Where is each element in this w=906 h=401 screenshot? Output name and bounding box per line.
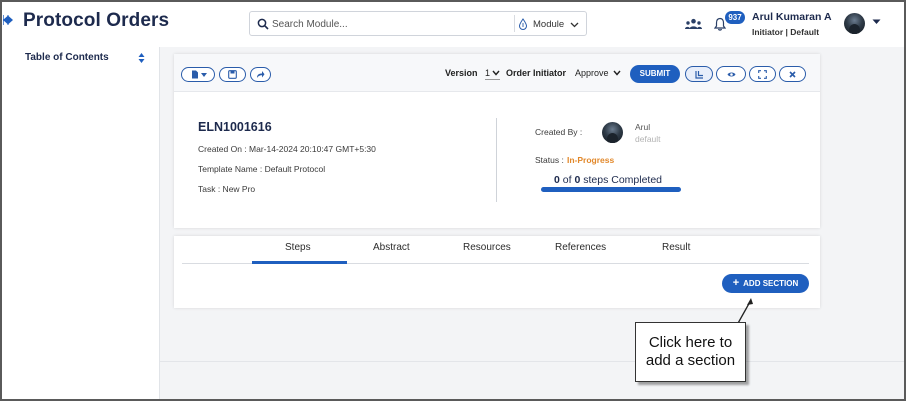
submit-button[interactable]: SUBMIT bbox=[630, 65, 680, 83]
order-initiator-value: Approve bbox=[575, 68, 609, 78]
module-dropdown[interactable]: Module bbox=[518, 16, 579, 32]
add-section-label: ADD SECTION bbox=[743, 279, 799, 288]
collapse-sidebar-icon[interactable] bbox=[3, 15, 13, 25]
save-dropdown-button[interactable] bbox=[181, 67, 215, 82]
steps-of: of bbox=[562, 174, 572, 186]
steps-done: 0 bbox=[554, 174, 560, 186]
drop-icon bbox=[518, 18, 528, 30]
share-arrow-icon bbox=[257, 71, 265, 78]
user-role: Initiator | Default bbox=[752, 27, 820, 37]
active-tab-indicator bbox=[252, 261, 347, 264]
close-icon bbox=[789, 70, 796, 78]
order-initiator-select[interactable]: Approve bbox=[575, 68, 621, 78]
app-window: Protocol Orders Module bbox=[0, 0, 906, 401]
save-icon bbox=[228, 70, 237, 79]
toc-title: Table of Contents bbox=[25, 52, 109, 63]
details-divider bbox=[496, 118, 497, 202]
module-search: Module bbox=[249, 11, 587, 36]
order-id: ELN1001616 bbox=[198, 120, 272, 134]
status-label: Status : bbox=[535, 155, 564, 165]
created-on: Created On : Mar-14-2024 20:10:47 GMT+5:… bbox=[198, 144, 376, 154]
status-badge: In-Progress bbox=[567, 155, 615, 165]
tab-references[interactable]: References bbox=[555, 242, 606, 253]
eye-icon bbox=[727, 71, 735, 77]
version-label: Version bbox=[445, 68, 478, 78]
fullscreen-button[interactable] bbox=[749, 66, 776, 82]
layout-button[interactable] bbox=[685, 66, 713, 82]
steps-total: 0 bbox=[574, 174, 581, 186]
caret-down-icon[interactable] bbox=[872, 19, 881, 25]
creator-role: default bbox=[635, 134, 661, 144]
preview-button[interactable] bbox=[716, 66, 746, 82]
tab-abstract[interactable]: Abstract bbox=[373, 242, 410, 253]
steps-suffix: steps Completed bbox=[583, 174, 663, 186]
sort-icon[interactable] bbox=[138, 53, 145, 63]
steps-progress-text: 0 of 0 steps Completed bbox=[554, 174, 662, 186]
version-value: 1 bbox=[485, 68, 491, 78]
section-tabs-card: Steps Abstract Resources References Resu… bbox=[174, 236, 820, 308]
users-icon[interactable] bbox=[685, 18, 702, 30]
save-button[interactable] bbox=[219, 67, 246, 82]
steps-progress-bar bbox=[541, 187, 681, 192]
template-name: Template Name : Default Protocol bbox=[198, 164, 326, 174]
tab-steps[interactable]: Steps bbox=[285, 242, 311, 253]
chevron-down-icon bbox=[612, 70, 621, 76]
callout-note: Click here to add a section bbox=[635, 322, 746, 382]
created-by-label: Created By : bbox=[535, 127, 583, 137]
task-name: Task : New Pro bbox=[198, 184, 256, 194]
version-select[interactable]: 1 bbox=[485, 68, 501, 80]
close-button[interactable] bbox=[779, 66, 806, 82]
user-name: Arul Kumaran A bbox=[752, 11, 832, 23]
chevron-down-icon bbox=[570, 22, 579, 27]
tab-resources[interactable]: Resources bbox=[463, 242, 511, 253]
order-card: Version 1 Order Initiator Approve SUBMIT bbox=[174, 54, 820, 228]
fullscreen-icon bbox=[758, 69, 767, 79]
user-avatar[interactable] bbox=[844, 13, 865, 34]
search-divider bbox=[514, 15, 515, 32]
footer-divider bbox=[160, 361, 904, 362]
plus-icon: + bbox=[732, 277, 740, 289]
page-title: Protocol Orders bbox=[23, 10, 170, 31]
module-label: Module bbox=[533, 18, 565, 30]
chevron-down-icon bbox=[492, 70, 500, 76]
share-button[interactable] bbox=[250, 67, 271, 82]
order-toolbar: Version 1 Order Initiator Approve SUBMIT bbox=[174, 54, 820, 92]
add-section-button[interactable]: + ADD SECTION bbox=[722, 274, 809, 293]
file-icon bbox=[191, 70, 198, 79]
search-icon bbox=[257, 18, 269, 30]
creator-avatar bbox=[602, 122, 623, 143]
chevron-down-icon bbox=[200, 72, 207, 77]
search-input[interactable] bbox=[272, 15, 512, 33]
callout-line-2: add a section bbox=[645, 352, 736, 369]
sidebar: Table of Contents bbox=[2, 47, 160, 399]
bell-icon[interactable] bbox=[714, 17, 726, 31]
callout-line-1: Click here to bbox=[648, 334, 733, 351]
creator-name: Arul bbox=[635, 122, 651, 132]
layout-icon bbox=[694, 70, 703, 79]
top-header: Protocol Orders Module bbox=[2, 2, 904, 47]
order-initiator-label: Order Initiator bbox=[506, 68, 567, 78]
notification-badge: 937 bbox=[725, 11, 745, 24]
tab-result[interactable]: Result bbox=[662, 242, 690, 253]
